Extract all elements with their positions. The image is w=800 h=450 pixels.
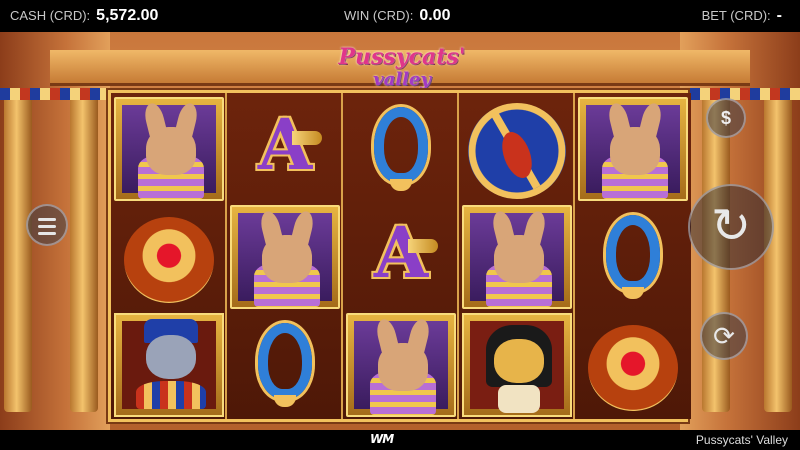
pillar [70,92,98,412]
reel-grid: A A [108,90,691,422]
win-value: 0.00 [419,7,451,24]
symbol-letter-q [578,205,688,309]
autoplay-icon: ⟳ [713,321,735,351]
reel-2: A [227,93,343,419]
reel-5 [575,93,691,419]
symbol-letter-q [230,313,340,417]
game-scene: Pussycats' valley A A $ ↻ ⟳ [0,32,800,430]
cash-value: 5,572.00 [96,7,159,24]
logo-line-1: Pussycats' [338,44,466,70]
bottom-bar: WM Pussycats' Valley [0,430,800,450]
symbol-pharaoh-cat [114,313,224,417]
symbol-cat-princess [114,97,224,201]
game-title: Pussycats' Valley [695,433,788,447]
win-display: WIN (CRD): 0.00 [344,0,450,32]
symbol-staff-and-feather [462,97,572,201]
symbol-cat-princess [462,205,572,309]
pillar [4,92,32,412]
autoplay-button[interactable]: ⟳ [700,312,748,360]
bet-coins-button[interactable]: $ [706,98,746,138]
symbol-cat-princess [230,205,340,309]
win-label: WIN (CRD): [344,8,414,23]
cash-display: CASH (CRD): 5,572.00 [10,0,158,32]
spin-icon: ↻ [710,200,752,253]
symbol-scarab-amulet [578,313,688,417]
reel-3: A [343,93,459,419]
symbol-letter-a: A [230,97,340,201]
provider-logo: WM [370,432,394,446]
cash-label: CASH (CRD): [10,8,91,23]
menu-icon-bar [38,232,56,235]
menu-icon-bar [38,225,56,228]
symbol-letter-q [346,97,456,201]
symbol-scarab-amulet [114,205,224,309]
symbol-letter-a: A [346,205,456,309]
symbol-cat-princess [346,313,456,417]
symbol-cat-princess [578,97,688,201]
reel-1 [111,93,227,419]
coins-icon: $ [720,108,731,128]
bet-label: BET (CRD): [701,8,771,23]
bet-display[interactable]: BET (CRD): - [702,0,782,32]
top-bar: CASH (CRD): 5,572.00 WIN (CRD): 0.00 BET (… [0,0,800,32]
symbol-anubis-cat [462,313,572,417]
menu-button[interactable] [26,204,68,246]
bet-value: - [776,7,782,24]
menu-icon [38,218,56,221]
spin-button[interactable]: ↻ [688,184,774,270]
reel-4 [459,93,575,419]
logo-line-2: valley [373,69,431,90]
